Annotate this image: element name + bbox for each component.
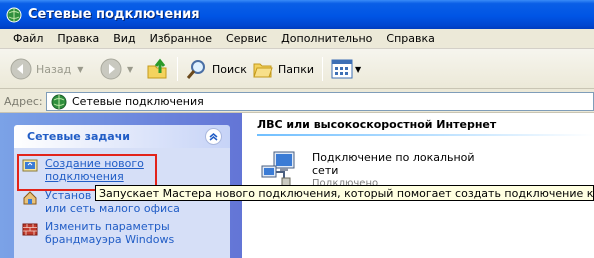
forward-dropdown-icon[interactable]: ▼: [127, 65, 133, 74]
menu-advanced[interactable]: Дополнительно: [274, 32, 379, 45]
firewall-icon: [22, 223, 38, 236]
address-label: Адрес:: [4, 95, 43, 108]
up-folder-button[interactable]: [146, 57, 170, 81]
address-value: Сетевые подключения: [72, 95, 204, 108]
toolbar-separator: [177, 57, 178, 81]
menu-bar: Файл Правка Вид Избранное Сервис Дополни…: [0, 29, 594, 49]
section-title: ЛВС или высокоскоростной Интернет: [257, 118, 497, 131]
views-button[interactable]: ▼: [331, 59, 361, 79]
menu-file[interactable]: Файл: [6, 32, 50, 45]
views-icon: [331, 59, 353, 79]
forward-arrow-icon: [100, 58, 122, 80]
address-bar: Адрес: Сетевые подключения: [0, 89, 594, 113]
menu-help[interactable]: Справка: [379, 32, 441, 45]
search-icon: [186, 60, 205, 79]
up-folder-icon: [147, 58, 167, 79]
section-divider: [257, 134, 594, 136]
menu-favorites[interactable]: Избранное: [143, 32, 219, 45]
tooltip: Запускает Мастера нового подключения, ко…: [95, 185, 594, 201]
menu-edit[interactable]: Правка: [50, 32, 106, 45]
lan-connection-icon[interactable]: [260, 148, 304, 188]
menu-view[interactable]: Вид: [106, 32, 142, 45]
network-tasks-title: Сетевые задачи: [27, 130, 130, 143]
forward-button[interactable]: ▼: [100, 58, 133, 80]
title-bar[interactable]: Сетевые подключения: [0, 0, 594, 29]
folders-icon: [253, 63, 273, 78]
back-button[interactable]: Назад ▼: [10, 58, 83, 80]
task-firewall-settings-label[interactable]: Изменить параметры брандмауэра Windows: [45, 220, 174, 246]
back-arrow-icon: [10, 58, 32, 80]
toolbar-separator: [322, 57, 323, 81]
back-label: Назад: [36, 62, 72, 76]
toolbar: Назад ▼ ▼ Поиск Папки ▼: [0, 49, 594, 89]
folders-label: Папки: [278, 62, 314, 76]
network-tasks-header[interactable]: Сетевые задачи: [14, 125, 230, 148]
menu-tools[interactable]: Сервис: [219, 32, 274, 45]
network-globe-icon: [51, 94, 67, 109]
search-button[interactable]: Поиск: [186, 58, 247, 80]
window-title: Сетевые подключения: [28, 7, 200, 22]
connection-name[interactable]: Подключение по локальной сети: [312, 151, 475, 177]
home-network-icon: [23, 191, 37, 205]
views-dropdown-icon[interactable]: ▼: [355, 65, 361, 74]
collapse-chevron-icon[interactable]: [205, 128, 222, 145]
network-globe-icon: [6, 7, 22, 22]
search-label: Поиск: [212, 62, 247, 76]
address-field[interactable]: Сетевые подключения: [46, 92, 594, 111]
folders-button[interactable]: Папки: [252, 58, 314, 80]
back-dropdown-icon[interactable]: ▼: [77, 65, 83, 74]
task-firewall-settings[interactable]: Изменить параметры брандмауэра Windows: [22, 220, 174, 246]
